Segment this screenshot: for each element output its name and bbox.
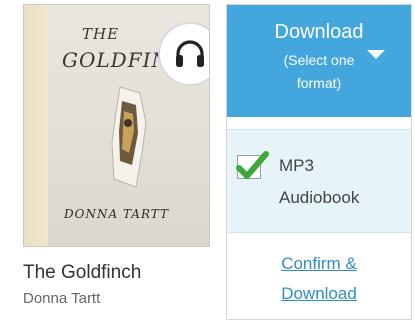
book-cover[interactable]: THE GOLDFINCH DONNA TARTT <box>23 4 210 247</box>
book-author[interactable]: Donna Tartt <box>23 290 100 307</box>
book-title[interactable]: The Goldfinch <box>23 262 141 284</box>
check-icon <box>236 151 269 179</box>
download-button-hint-line2: format) <box>296 75 342 91</box>
cover-torn-paper-art <box>111 86 147 188</box>
confirm-link-line1: Confirm & <box>281 254 357 273</box>
format-checkbox[interactable] <box>236 151 269 179</box>
format-label-line1: MP3 <box>279 156 314 175</box>
download-panel: Download (Select one format) MP3 Audiobo… <box>226 4 412 320</box>
confirm-download-link[interactable]: Confirm & Download <box>227 249 411 309</box>
download-button-label: Download <box>274 21 364 43</box>
format-option-mp3[interactable]: MP3 Audiobook <box>227 129 411 233</box>
caret-down-icon <box>367 50 385 59</box>
format-label-line2: Audiobook <box>279 188 360 207</box>
download-button[interactable]: Download (Select one format) <box>227 5 411 117</box>
confirm-link-line2: Download <box>281 284 357 303</box>
cover-spine-stripe <box>24 5 48 246</box>
headphones-icon <box>176 40 204 67</box>
cover-author: DONNA TARTT <box>64 207 170 221</box>
